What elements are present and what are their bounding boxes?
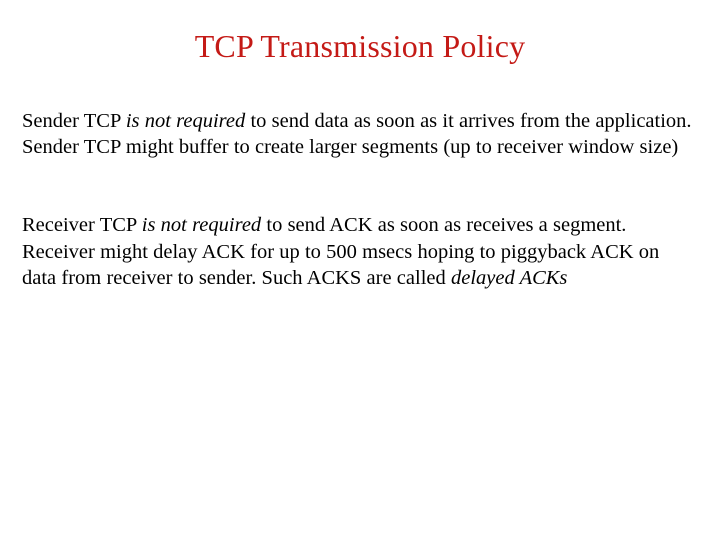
receiver-sentence-emphasis: is not required xyxy=(141,214,262,237)
sender-sentence-emphasis: is not required xyxy=(125,110,246,132)
sender-sentence-prefix: Sender TCP xyxy=(22,110,126,132)
page-title: TCP Transmission Policy xyxy=(194,28,526,64)
receiver-sentence-suffix: to send ACK as soon as receives a segmen… xyxy=(261,214,627,237)
sender-sentence-suffix: to send data as soon as it arrives from … xyxy=(245,110,692,132)
receiver-sentence-prefix: Receiver TCP xyxy=(22,214,142,237)
slide-body: Sender TCP is not required to send data … xyxy=(22,108,698,291)
sender-buffer-sentence: Sender TCP might buffer to create larger… xyxy=(22,136,679,159)
slide-canvas: TCP Transmission Policy Sender TCP is no… xyxy=(0,0,720,540)
paragraph-sender-policy: Sender TCP is not required to send data … xyxy=(22,108,698,160)
paragraph-receiver-policy: Receiver TCP is not required to send ACK… xyxy=(22,212,698,291)
receiver-delay-sentence-emphasis: delayed ACKs xyxy=(450,266,568,289)
